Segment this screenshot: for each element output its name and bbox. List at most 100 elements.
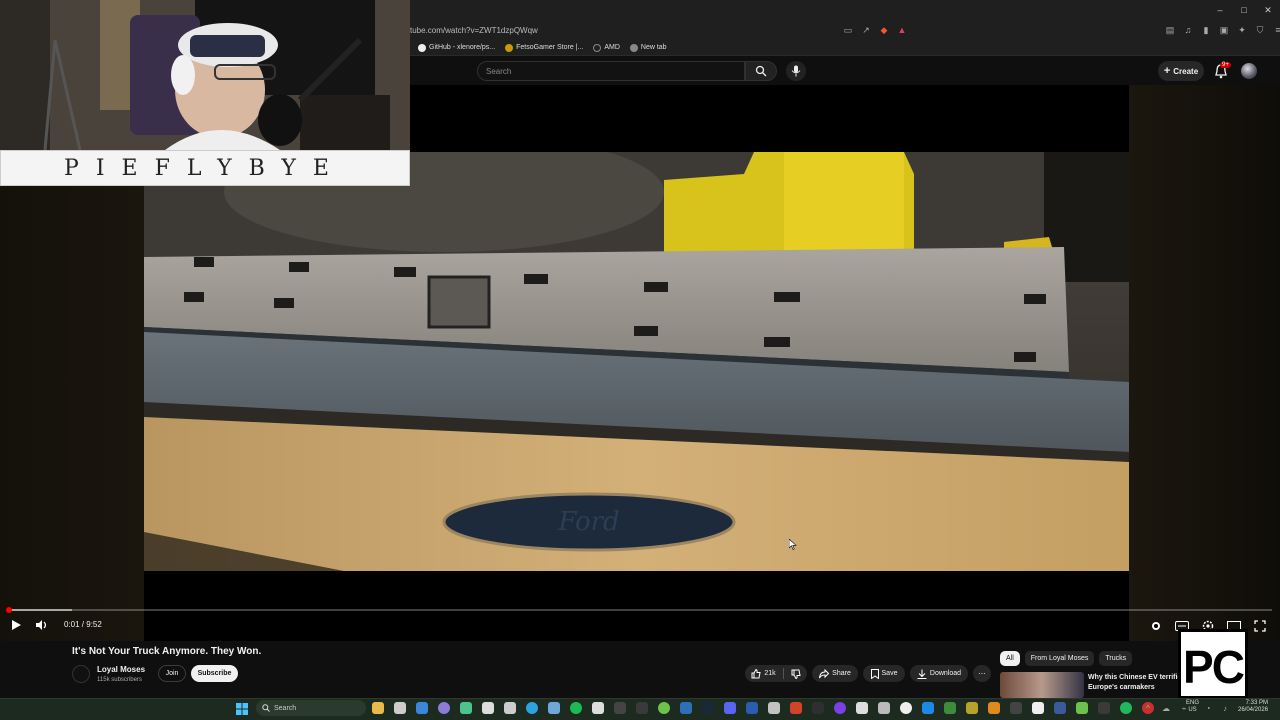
- epic-games-icon[interactable]: [614, 702, 626, 714]
- bookmark-new-tab[interactable]: New tab: [629, 43, 667, 52]
- steam-icon[interactable]: [702, 702, 714, 714]
- search-button[interactable]: [745, 61, 777, 81]
- taskbar-search-icon: [262, 704, 270, 712]
- app-icon-17[interactable]: [1098, 702, 1110, 714]
- app-icon-10[interactable]: [922, 702, 934, 714]
- bookmark-fetsogamer[interactable]: FetsoGamer Store |...: [505, 43, 583, 52]
- account-avatar[interactable]: [1241, 63, 1257, 79]
- subscribe-button[interactable]: Subscribe: [191, 665, 238, 682]
- input-language[interactable]: ENG US: [1186, 700, 1199, 714]
- webcam-overlay: [0, 0, 410, 150]
- recommended-video-title[interactable]: Why this Chinese EV terrifies Europe's c…: [1088, 673, 1188, 693]
- wifi-icon[interactable]: ◔: [1202, 703, 1214, 715]
- app-icon-5[interactable]: [812, 702, 824, 714]
- app-icon-6[interactable]: [834, 702, 846, 714]
- xbox-icon[interactable]: [658, 702, 670, 714]
- xbox-app-icon[interactable]: [1120, 702, 1132, 714]
- extensions-icon[interactable]: ✦: [1236, 24, 1248, 36]
- telegram-icon[interactable]: [526, 702, 538, 714]
- progress-scrubber[interactable]: [6, 607, 12, 613]
- join-button[interactable]: Join: [158, 665, 186, 682]
- store-icon[interactable]: [482, 702, 494, 714]
- tabs-icon[interactable]: ▣: [1218, 24, 1230, 36]
- system-tray: ^ ☁ ⌁: [1142, 703, 1190, 715]
- media-player-icon[interactable]: [504, 702, 516, 714]
- app-icon-3[interactable]: [746, 702, 758, 714]
- progress-track[interactable]: [8, 609, 1272, 611]
- more-actions-button[interactable]: ⋯: [973, 665, 991, 682]
- chip-all[interactable]: All: [1000, 651, 1020, 666]
- download-button[interactable]: Download: [910, 665, 968, 682]
- menu-icon[interactable]: ≡: [1272, 24, 1280, 36]
- minimize-button[interactable]: –: [1208, 5, 1232, 15]
- address-bar-actions: ▭ ↗ ◆ ▲: [842, 24, 908, 36]
- app-icon-9[interactable]: [900, 702, 912, 714]
- discord-icon[interactable]: [724, 702, 736, 714]
- notepad-icon[interactable]: [1032, 702, 1044, 714]
- recommendation-chips: All From Loyal Moses Trucks: [1000, 651, 1133, 666]
- media-icon[interactable]: ♫: [1182, 24, 1194, 36]
- weather-icon[interactable]: [548, 702, 560, 714]
- clock[interactable]: 7:33 PM 26/04/2026: [1238, 700, 1268, 714]
- webcam-feed-image: [0, 0, 410, 150]
- battlenet-icon[interactable]: [680, 702, 692, 714]
- app-icon-15[interactable]: [1054, 702, 1066, 714]
- more-icon: ⋯: [978, 670, 986, 678]
- volume-button[interactable]: [34, 617, 50, 633]
- share-button[interactable]: Share: [812, 665, 858, 682]
- app-icon-8[interactable]: [878, 702, 890, 714]
- app-icon-2[interactable]: [636, 702, 648, 714]
- brave-rewards-icon[interactable]: ▲: [896, 24, 908, 36]
- copilot-icon[interactable]: [438, 702, 450, 714]
- app-icon-7[interactable]: [856, 702, 868, 714]
- search-input[interactable]: Search: [477, 61, 745, 81]
- spotify-icon[interactable]: [570, 702, 582, 714]
- app-icon-4[interactable]: [768, 702, 780, 714]
- chip-from-channel[interactable]: From Loyal Moses: [1024, 651, 1095, 666]
- bookmark-amd[interactable]: AMD: [593, 43, 620, 52]
- thumbs-down-icon[interactable]: [791, 669, 801, 679]
- share-page-icon[interactable]: ↗: [860, 24, 872, 36]
- close-button[interactable]: ✕: [1256, 5, 1280, 16]
- file-explorer-icon[interactable]: [372, 702, 384, 714]
- create-button[interactable]: + Create: [1158, 61, 1204, 81]
- vpn-icon[interactable]: ⛉: [1254, 24, 1266, 36]
- onedrive-icon[interactable]: ☁: [1160, 703, 1172, 715]
- photos-icon[interactable]: [592, 702, 604, 714]
- channel-name[interactable]: Loyal Moses: [97, 665, 145, 674]
- save-button[interactable]: Save: [863, 665, 905, 682]
- time-display: 0:01 / 9:52: [64, 620, 102, 629]
- volume-tray-icon[interactable]: ♪: [1219, 703, 1231, 715]
- app-icon[interactable]: [460, 702, 472, 714]
- start-button[interactable]: [236, 702, 248, 720]
- channel-avatar[interactable]: [72, 665, 90, 683]
- maximize-button[interactable]: □: [1232, 5, 1256, 15]
- tray-status-icons: ◔ ♪: [1202, 703, 1231, 715]
- calendar-icon[interactable]: [394, 702, 406, 714]
- fullscreen-button[interactable]: [1252, 618, 1268, 634]
- video-frame[interactable]: Ford: [144, 152, 1129, 571]
- app-icon-13[interactable]: [988, 702, 1000, 714]
- app-icon-12[interactable]: [966, 702, 978, 714]
- play-button[interactable]: [8, 617, 24, 633]
- progress-buffered: [8, 609, 72, 611]
- recommended-video-thumbnail[interactable]: [1000, 672, 1084, 698]
- brave-shield-icon[interactable]: ◆: [878, 24, 890, 36]
- chip-trucks[interactable]: Trucks: [1099, 651, 1133, 666]
- edge-icon[interactable]: [416, 702, 428, 714]
- app-icon-16[interactable]: [1076, 702, 1088, 714]
- cast-icon[interactable]: ▭: [842, 24, 854, 36]
- autoplay-toggle[interactable]: [1148, 618, 1164, 634]
- taskbar-apps: [372, 702, 1154, 714]
- bookmark-github[interactable]: GitHub - xlenore/ps...: [418, 43, 495, 52]
- app-icon-11[interactable]: [944, 702, 956, 714]
- sidebar-icon[interactable]: ▮: [1200, 24, 1212, 36]
- taskbar-search[interactable]: Search: [256, 700, 366, 716]
- reader-icon[interactable]: ▤: [1164, 24, 1176, 36]
- tray-chevron-icon[interactable]: ^: [1142, 703, 1154, 715]
- voice-search-button[interactable]: [786, 61, 806, 81]
- brave-browser-icon[interactable]: [790, 702, 802, 714]
- url-text[interactable]: tube.com/watch?v=ZWT1dzpQWqw: [410, 26, 538, 35]
- like-button[interactable]: 21k: [751, 668, 776, 679]
- app-icon-14[interactable]: [1010, 702, 1022, 714]
